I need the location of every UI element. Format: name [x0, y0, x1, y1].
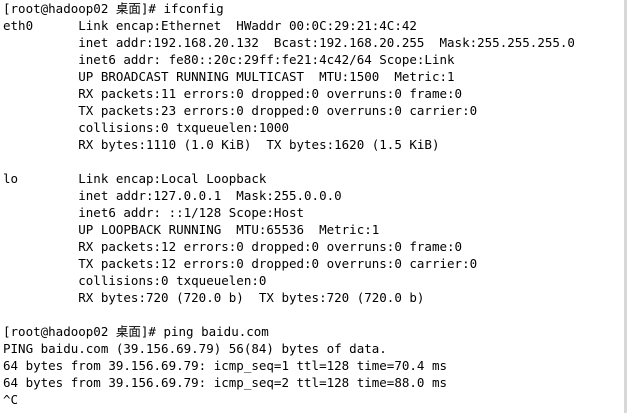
output-line: inet addr:192.168.20.132 Bcast:192.168.2…: [3, 35, 575, 50]
output-line: inet addr:127.0.0.1 Mask:255.0.0.0: [3, 188, 342, 203]
output-line: UP BROADCAST RUNNING MULTICAST MTU:1500 …: [3, 69, 455, 84]
output-line: RX bytes:1110 (1.0 KiB) TX bytes:1620 (1…: [3, 137, 440, 152]
output-line: eth0 Link encap:Ethernet HWaddr 00:0C:29…: [3, 18, 417, 33]
output-line: collisions:0 txqueuelen:1000: [3, 120, 289, 135]
output-line: PING baidu.com (39.156.69.79) 56(84) byt…: [3, 341, 387, 356]
interrupt-line: ^C: [3, 392, 19, 407]
prompt-line: [root@hadoop02 桌面]# ping baidu.com: [3, 324, 269, 339]
output-line: 64 bytes from 39.156.69.79: icmp_seq=1 t…: [3, 358, 448, 373]
output-line: TX packets:23 errors:0 dropped:0 overrun…: [3, 103, 478, 118]
prompt-line: [root@hadoop02 桌面]# ifconfig: [3, 1, 224, 16]
output-line: UP LOOPBACK RUNNING MTU:65536 Metric:1: [3, 222, 380, 237]
output-line: RX bytes:720 (720.0 b) TX bytes:720 (720…: [3, 290, 425, 305]
output-line: TX packets:12 errors:0 dropped:0 overrun…: [3, 256, 478, 271]
terminal-window[interactable]: [root@hadoop02 桌面]# ifconfig eth0 Link e…: [0, 0, 627, 413]
output-line: collisions:0 txqueuelen:0: [3, 273, 267, 288]
output-line: 64 bytes from 39.156.69.79: icmp_seq=2 t…: [3, 375, 448, 390]
output-line: lo Link encap:Local Loopback: [3, 171, 267, 186]
output-line: RX packets:12 errors:0 dropped:0 overrun…: [3, 239, 463, 254]
output-line: inet6 addr: ::1/128 Scope:Host: [3, 205, 305, 220]
output-line: inet6 addr: fe80::20c:29ff:fe21:4c42/64 …: [3, 52, 455, 67]
output-line: RX packets:11 errors:0 dropped:0 overrun…: [3, 86, 463, 101]
